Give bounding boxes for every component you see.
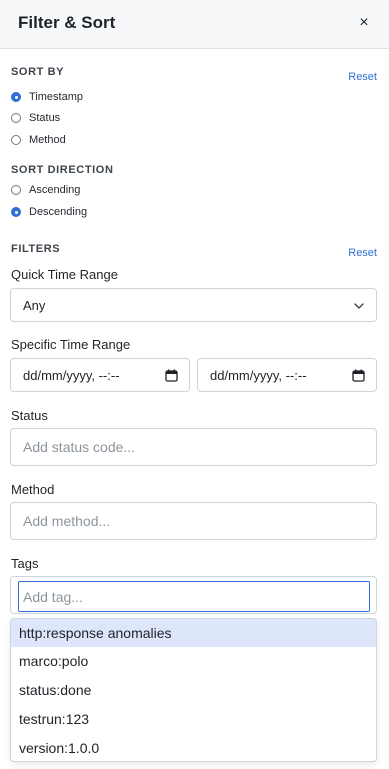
filters-label: FILTERS xyxy=(11,243,61,255)
sort-option-status[interactable]: Status xyxy=(11,111,60,125)
method-placeholder: Add method... xyxy=(23,513,111,529)
radio-label: Ascending xyxy=(29,184,81,196)
sort-direction-label: SORT DIRECTION xyxy=(11,164,114,176)
radio-label: Descending xyxy=(29,206,88,218)
radio-checked-icon[interactable] xyxy=(11,92,21,102)
sort-by-label: SORT BY xyxy=(11,66,65,78)
radio-unchecked-icon[interactable] xyxy=(11,113,21,123)
filters-reset-link[interactable]: Reset xyxy=(348,247,377,259)
filter-sort-panel: Filter & Sort × SORT BY Reset Timestamp … xyxy=(0,0,389,769)
close-button[interactable]: × xyxy=(353,12,375,34)
radio-unchecked-icon[interactable] xyxy=(11,185,21,195)
panel-header: Filter & Sort × xyxy=(0,0,389,49)
sort-option-method[interactable]: Method xyxy=(11,133,66,147)
tags-field: Add tag... xyxy=(10,576,377,614)
direction-option-descending[interactable]: Descending xyxy=(11,205,87,219)
tag-input[interactable]: Add tag... xyxy=(18,581,370,612)
close-icon: × xyxy=(359,14,369,31)
radio-checked-icon[interactable] xyxy=(11,207,21,217)
radio-unchecked-icon[interactable] xyxy=(11,135,21,145)
tag-suggestions-dropdown: http:response anomalies marco:polo statu… xyxy=(10,618,377,762)
quick-time-range-label: Quick Time Range xyxy=(11,267,118,282)
end-datetime-placeholder: dd/mm/yyyy, --:-- xyxy=(210,368,307,383)
method-input[interactable]: Add method... xyxy=(10,502,377,540)
tag-suggestion-item[interactable]: version:1.0.0 xyxy=(11,734,376,761)
sort-option-timestamp[interactable]: Timestamp xyxy=(11,90,83,104)
tag-suggestion-item[interactable]: http:response anomalies xyxy=(11,619,376,647)
quick-time-range-select[interactable]: Any xyxy=(10,288,377,322)
direction-option-ascending[interactable]: Ascending xyxy=(11,183,80,197)
chevron-down-icon xyxy=(354,303,364,309)
panel-title: Filter & Sort xyxy=(18,13,116,32)
sort-reset-link[interactable]: Reset xyxy=(348,71,377,83)
tag-suggestion-item[interactable]: marco:polo xyxy=(11,647,376,675)
tag-suggestion-item[interactable]: testrun:123 xyxy=(11,705,376,733)
specific-time-range-label: Specific Time Range xyxy=(11,337,131,352)
radio-label: Status xyxy=(29,112,61,124)
radio-label: Method xyxy=(29,134,66,146)
tag-placeholder: Add tag... xyxy=(23,589,83,605)
status-label: Status xyxy=(11,408,48,423)
tags-label: Tags xyxy=(11,556,39,571)
tag-suggestion-item[interactable]: status:done xyxy=(11,676,376,704)
radio-label: Timestamp xyxy=(29,91,83,103)
status-placeholder: Add status code... xyxy=(23,439,136,455)
status-input[interactable]: Add status code... xyxy=(10,428,377,466)
start-datetime-placeholder: dd/mm/yyyy, --:-- xyxy=(23,368,120,383)
end-datetime-input[interactable]: dd/mm/yyyy, --:-- xyxy=(197,358,377,392)
calendar-icon[interactable] xyxy=(352,369,365,382)
start-datetime-input[interactable]: dd/mm/yyyy, --:-- xyxy=(10,358,190,392)
select-value: Any xyxy=(23,298,46,313)
calendar-icon[interactable] xyxy=(165,369,178,382)
method-label: Method xyxy=(11,482,55,497)
